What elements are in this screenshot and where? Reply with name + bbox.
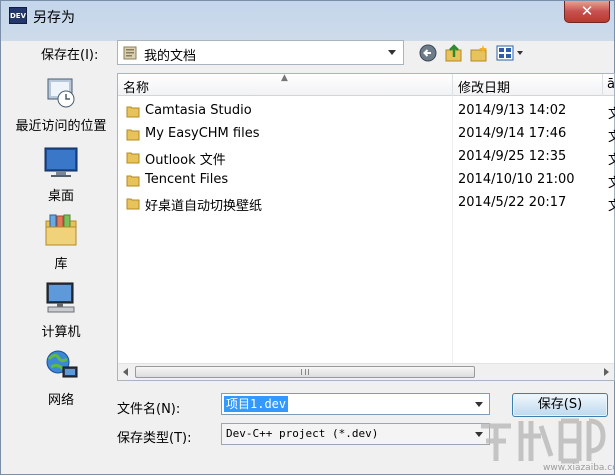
file-date: 2014/9/13 14:02 (458, 103, 567, 118)
scrollbar-thumb[interactable] (135, 366, 475, 378)
watermark-url: www.xiazaiba.com (543, 463, 615, 473)
app-icon: DEV (9, 7, 27, 24)
network-icon (46, 350, 78, 378)
file-type-value: Dev-C++ project (*.dev) (226, 427, 379, 440)
place-desktop[interactable]: 桌面 (11, 145, 111, 204)
new-folder-icon[interactable] (469, 44, 489, 62)
column-date-modified[interactable]: 修改日期 (458, 77, 510, 96)
folder-icon (126, 106, 140, 118)
file-name: Tencent Files (145, 172, 229, 187)
back-icon[interactable] (419, 44, 439, 62)
chevron-down-icon[interactable] (388, 50, 396, 55)
column-divider[interactable] (452, 74, 453, 96)
file-name-value[interactable]: 项目1.dev (224, 396, 289, 412)
file-list-header: ▲ 名称 修改日期 ā (118, 73, 615, 96)
file-type-select[interactable]: Dev-C++ project (*.dev) (221, 423, 490, 445)
list-item[interactable]: 好桌道自动切换壁纸 2014/5/22 20:17 文 (118, 192, 615, 214)
file-type: 文 (608, 176, 615, 191)
file-date: 2014/10/10 21:00 (458, 172, 575, 187)
file-date: 2014/9/25 12:35 (458, 149, 567, 164)
libraries-icon (45, 214, 77, 246)
save-in-label: 保存在(I): (41, 48, 99, 63)
save-in-combo[interactable]: 我的文档 (117, 40, 404, 65)
file-list[interactable]: ▲ 名称 修改日期 ā Camtasia Studio 2014/9/13 14… (117, 73, 615, 381)
watermark-logo (481, 418, 606, 464)
grip-icon (301, 369, 309, 375)
list-item[interactable]: Tencent Files 2014/10/10 21:00 文 (118, 169, 615, 191)
folder-icon (126, 175, 140, 187)
documents-folder-icon (123, 46, 137, 60)
column-type[interactable]: ā (607, 77, 615, 92)
view-menu-icon[interactable] (496, 44, 526, 62)
folder-icon (126, 198, 140, 210)
title-bar[interactable]: DEV 另存为 ✕ (1, 1, 614, 31)
place-libraries[interactable]: 库 (11, 213, 111, 272)
places-bar: 最近访问的位置 桌面 库 计算机 网络 (11, 73, 111, 413)
file-name: Camtasia Studio (145, 103, 252, 118)
close-button[interactable]: ✕ (564, 1, 610, 23)
file-type-label: 保存类型(T): (117, 431, 192, 446)
list-item[interactable]: Camtasia Studio 2014/9/13 14:02 文 (118, 100, 615, 122)
up-folder-icon[interactable] (444, 44, 464, 62)
file-name-label: 文件名(N): (117, 402, 181, 417)
list-item[interactable]: Outlook 文件 2014/9/25 12:35 文 (118, 146, 615, 168)
computer-icon (46, 282, 75, 313)
place-label: 库 (54, 257, 68, 272)
file-type: 文 (608, 130, 615, 145)
file-type: 文 (608, 199, 615, 214)
folder-icon (126, 129, 140, 141)
recent-places-icon (47, 78, 75, 108)
sort-ascending-icon: ▲ (281, 73, 288, 83)
place-label: 桌面 (47, 189, 74, 204)
place-label: 计算机 (41, 325, 81, 340)
list-item[interactable]: My EasyCHM files 2014/9/14 17:46 文 (118, 123, 615, 145)
place-recent[interactable]: 最近访问的位置 (11, 75, 111, 134)
desktop-icon (44, 147, 78, 177)
save-in-value: 我的文档 (144, 49, 197, 64)
folder-icon (126, 152, 140, 164)
column-name[interactable]: 名称 (123, 77, 149, 96)
file-name: 好桌道自动切换壁纸 (145, 199, 263, 214)
file-date: 2014/9/14 17:46 (458, 126, 567, 141)
save-as-dialog: DEV 另存为 ✕ 保存在(I): 我的文档 最近访问的位置 桌面 库 计算机 … (0, 0, 615, 475)
window-title: 另存为 (33, 10, 75, 26)
file-name-field[interactable]: 项目1.dev (221, 393, 490, 415)
file-type: 文 (608, 153, 615, 168)
file-name: My EasyCHM files (145, 126, 260, 141)
place-network[interactable]: 网络 (11, 349, 111, 408)
column-divider[interactable] (602, 74, 603, 96)
file-type: 文 (608, 107, 615, 122)
scroll-left-icon[interactable] (123, 368, 128, 376)
scroll-right-icon[interactable] (604, 368, 609, 376)
file-name: Outlook 文件 (145, 153, 226, 168)
file-date: 2014/5/22 20:17 (458, 195, 567, 210)
place-computer[interactable]: 计算机 (11, 281, 111, 340)
place-label: 网络 (47, 393, 74, 408)
place-label: 最近访问的位置 (15, 119, 107, 134)
horizontal-scrollbar[interactable] (118, 363, 614, 380)
